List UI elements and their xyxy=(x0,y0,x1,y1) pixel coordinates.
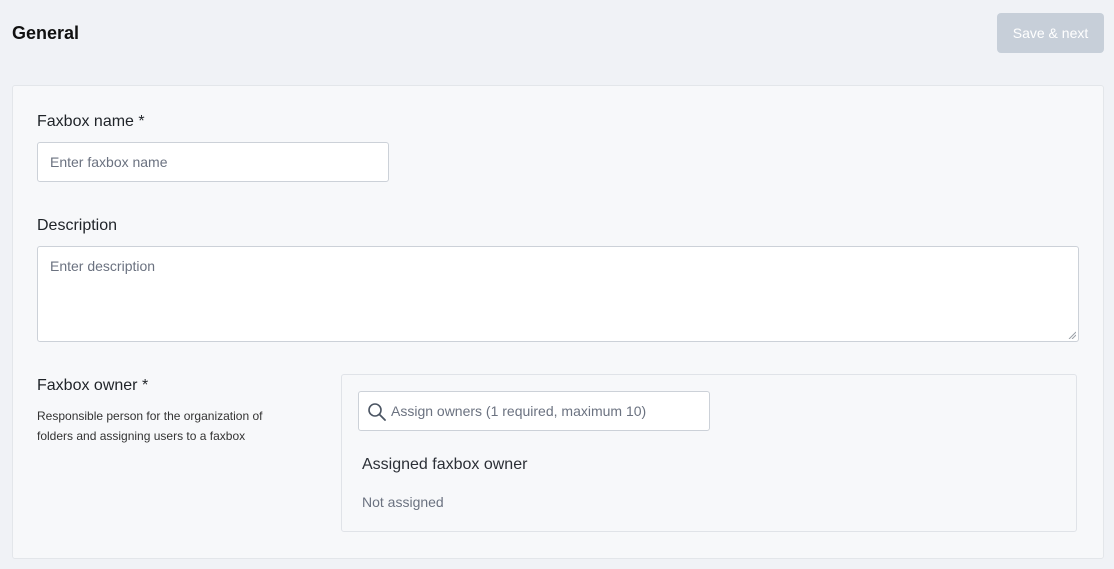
assign-owners-search-input[interactable]: Assign owners (1 required, maximum 10) xyxy=(358,391,710,431)
faxbox-name-input[interactable]: Enter faxbox name xyxy=(37,142,389,182)
search-icon xyxy=(368,403,386,421)
description-textarea[interactable]: Enter description xyxy=(37,246,1079,342)
page-title: General xyxy=(12,23,80,43)
assigned-owner-value: Not assigned xyxy=(362,494,444,510)
faxbox-owner-help-line-1: Responsible person for the organization … xyxy=(37,409,263,423)
faxbox-owner-help-line-2: folders and assigning users to a faxbox xyxy=(37,429,246,443)
description-placeholder: Enter description xyxy=(50,258,156,274)
resize-grip-icon[interactable] xyxy=(1068,331,1076,339)
owner-assignment-panel: Assign owners (1 required, maximum 10) A… xyxy=(341,374,1077,532)
assigned-owner-title: Assigned faxbox owner xyxy=(362,456,528,473)
assign-owners-placeholder: Assign owners (1 required, maximum 10) xyxy=(391,403,647,419)
faxbox-owner-label: Faxbox owner * xyxy=(37,377,149,394)
general-form-card: Faxbox name * Enter faxbox name Descript… xyxy=(12,85,1104,559)
description-label: Description xyxy=(37,217,118,234)
save-and-next-button[interactable]: Save & next xyxy=(997,13,1104,53)
page-header: General Save & next xyxy=(0,0,1114,66)
faxbox-name-label: Faxbox name * xyxy=(37,113,145,130)
faxbox-owner-help: Responsible person for the organization … xyxy=(37,406,297,446)
